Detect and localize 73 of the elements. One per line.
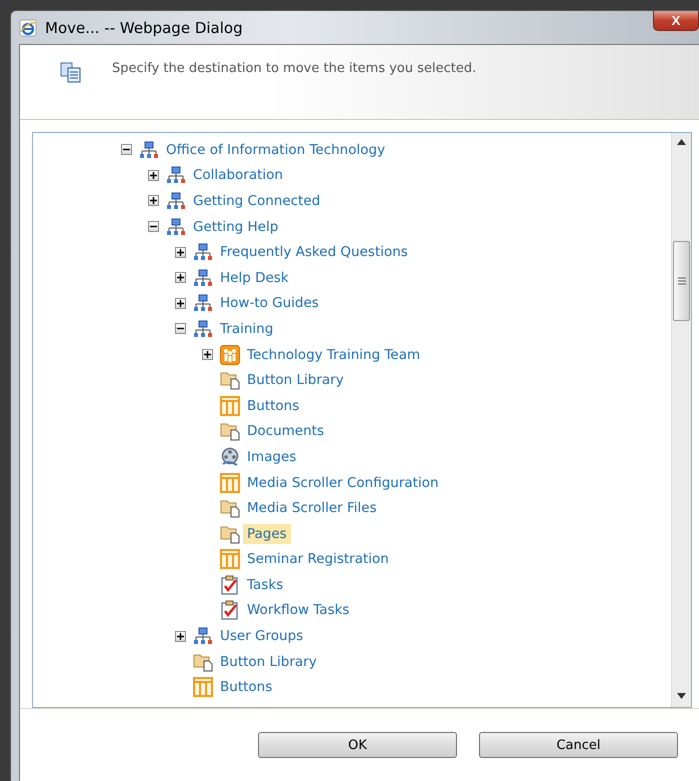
tree-item[interactable]: Help Desk	[216, 268, 293, 288]
tree-item[interactable]: Media Scroller Files	[243, 498, 381, 518]
tree-item[interactable]: Frequently Asked Questions	[216, 242, 412, 262]
team-site-icon	[220, 344, 240, 365]
site-hierarchy-icon	[193, 294, 213, 312]
expand-toggle[interactable]	[175, 298, 186, 309]
plus-icon	[177, 632, 184, 640]
tree-item[interactable]: Buttons	[216, 677, 276, 698]
document-library-icon	[220, 524, 240, 544]
tree-item[interactable]: Training	[216, 318, 278, 339]
site-hierarchy-icon	[193, 320, 213, 338]
tree-item[interactable]: Technology Training Team	[243, 344, 424, 365]
site-hierarchy-icon	[166, 218, 186, 236]
document-library-icon	[193, 652, 213, 672]
tree-item[interactable]: Seminar Registration	[243, 549, 393, 570]
plus-icon	[177, 300, 184, 307]
list-icon	[193, 677, 213, 698]
tree-item[interactable]: How-to Guides	[216, 293, 323, 314]
scroll-down-icon[interactable]	[677, 693, 686, 699]
expand-toggle[interactable]	[148, 170, 159, 181]
close-button[interactable]: X	[653, 11, 699, 31]
list-icon	[220, 472, 240, 493]
plus-icon	[177, 248, 184, 256]
collapse-toggle[interactable]	[121, 144, 132, 156]
expand-toggle[interactable]	[175, 246, 186, 258]
window-title: Move... -- Webpage Dialog	[45, 18, 243, 36]
tree-item[interactable]: Button Library	[243, 370, 348, 390]
document-library-icon	[220, 421, 240, 442]
film-reel-icon	[220, 446, 240, 467]
expand-toggle[interactable]	[175, 630, 186, 642]
grip-icon	[678, 277, 686, 285]
tree-item[interactable]: Collaboration	[189, 165, 287, 186]
tree-item[interactable]: Button Library	[216, 652, 321, 672]
tree-item[interactable]: Images	[243, 446, 300, 467]
list-icon	[220, 549, 240, 570]
tree-item[interactable]: Getting Help	[189, 216, 282, 237]
tree-item[interactable]: Tasks	[243, 574, 288, 595]
collapse-toggle[interactable]	[175, 323, 186, 334]
plus-icon	[150, 172, 157, 179]
vertical-scrollbar[interactable]	[671, 133, 691, 707]
copy-documents-icon	[60, 61, 82, 83]
tree-item[interactable]: Documents	[243, 421, 328, 442]
collapse-toggle[interactable]	[148, 221, 159, 232]
plus-icon	[204, 351, 211, 358]
site-hierarchy-icon	[193, 268, 213, 287]
site-hierarchy-icon	[193, 243, 213, 262]
tree-item[interactable]: Pages	[243, 524, 291, 544]
expand-toggle[interactable]	[175, 272, 186, 284]
expand-toggle[interactable]	[202, 349, 213, 360]
task-clipboard-icon	[220, 600, 240, 620]
site-hierarchy-icon	[193, 627, 213, 646]
document-library-icon	[220, 498, 240, 518]
dialog-button[interactable]: OK	[258, 732, 457, 758]
expand-toggle[interactable]	[148, 195, 159, 206]
scroll-thumb[interactable]	[673, 241, 690, 321]
list-icon	[220, 396, 240, 416]
document-library-icon	[220, 370, 240, 390]
browser-e-icon	[19, 18, 37, 36]
dialog-button[interactable]: Cancel	[479, 732, 678, 758]
tree-item[interactable]: Workflow Tasks	[243, 600, 354, 620]
instruction-text: Specify the destination to move the items you selected.	[112, 61, 476, 78]
site-hierarchy-icon	[166, 192, 186, 210]
task-clipboard-icon	[220, 574, 240, 595]
site-hierarchy-icon	[139, 140, 159, 159]
plus-icon	[150, 197, 157, 204]
tree-item[interactable]: Buttons	[243, 396, 304, 416]
site-hierarchy-icon	[166, 166, 186, 184]
tree-item[interactable]: Getting Connected	[189, 190, 324, 211]
tree-item[interactable]: User Groups	[216, 626, 308, 646]
scroll-up-icon[interactable]	[677, 139, 686, 145]
tree-item[interactable]: Media Scroller Configuration	[243, 472, 443, 493]
tree-item[interactable]: Office of Information Technology	[162, 140, 390, 160]
plus-icon	[177, 274, 184, 282]
